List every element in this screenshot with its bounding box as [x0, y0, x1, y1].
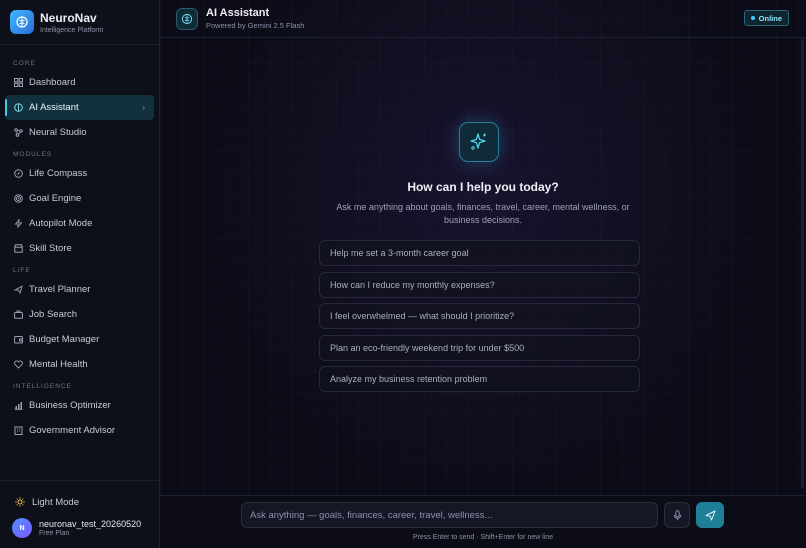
microphone-button[interactable] — [664, 502, 690, 528]
network-icon — [14, 128, 23, 137]
sidebar: NeuroNav Intelligence Platform CORE Dash… — [0, 0, 160, 548]
main-panel: AI Assistant Powered by Gemini 2.5 Flash… — [160, 0, 806, 548]
user-profile[interactable]: N neuronav_test_20260520 Free Plan — [0, 518, 160, 538]
page-title: AI Assistant — [206, 7, 270, 19]
bar-chart-icon — [14, 401, 23, 410]
user-plan: Free Plan — [39, 530, 70, 537]
brand-subtitle: Intelligence Platform — [40, 26, 104, 34]
sidebar-item-label: Travel Planner — [29, 284, 91, 295]
plane-icon — [14, 285, 23, 294]
sidebar-item-ai-assistant[interactable]: AI Assistant › — [5, 95, 154, 120]
suggestion-chip[interactable]: Analyze my business retention problem — [319, 366, 640, 392]
brain-icon — [176, 7, 198, 30]
briefcase-icon — [14, 310, 23, 319]
send-icon — [705, 510, 716, 521]
sidebar-item-label: AI Assistant — [29, 102, 79, 113]
store-icon — [14, 244, 23, 253]
chat-header: AI Assistant Powered by Gemini 2.5 Flash… — [160, 0, 806, 38]
scrollbar[interactable] — [801, 38, 804, 488]
sidebar-item-label: Neural Studio — [29, 127, 87, 138]
avatar: N — [12, 518, 32, 538]
sidebar-item-goal-engine[interactable]: Goal Engine — [5, 186, 154, 211]
send-button[interactable] — [696, 502, 724, 528]
brain-icon — [14, 103, 23, 112]
chevron-right-icon: › — [142, 103, 145, 112]
microphone-icon — [673, 509, 682, 521]
sidebar-item-skill-store[interactable]: Skill Store — [5, 236, 154, 261]
suggestion-chip[interactable]: I feel overwhelmed — what should I prior… — [319, 303, 640, 329]
status-badge: Online — [743, 10, 789, 26]
sidebar-item-job-search[interactable]: Job Search — [5, 302, 154, 327]
heart-icon — [14, 360, 23, 369]
compass-icon — [14, 169, 23, 178]
sidebar-item-label: Skill Store — [29, 243, 72, 254]
sidebar-item-label: Budget Manager — [29, 334, 100, 345]
building-icon — [14, 426, 23, 435]
sidebar-item-travel-planner[interactable]: Travel Planner — [5, 277, 154, 302]
sidebar-item-government-advisor[interactable]: Government Advisor — [5, 418, 154, 443]
welcome-description: Ask me anything about goals, finances, t… — [336, 202, 630, 225]
light-mode-label: Light Mode — [32, 496, 80, 508]
sidebar-item-budget-manager[interactable]: Budget Manager — [5, 327, 154, 352]
welcome-title: How can I help you today? — [407, 180, 559, 194]
composer-hint: Press Enter to send · Shift+Enter for ne… — [412, 534, 554, 541]
sparkles-icon — [459, 122, 499, 162]
sidebar-item-label: Dashboard — [29, 77, 76, 88]
section-label-core: CORE — [13, 59, 36, 67]
sidebar-item-label: Goal Engine — [29, 193, 82, 204]
grid-icon — [14, 78, 23, 87]
suggestion-chip[interactable]: Plan an eco-friendly weekend trip for un… — [319, 335, 640, 361]
suggestion-chip[interactable]: How can I reduce my monthly expenses? — [319, 272, 640, 298]
user-name: neuronav_test_20260520 — [39, 519, 142, 529]
sidebar-item-business-optimizer[interactable]: Business Optimizer — [5, 393, 154, 418]
chat-composer: Press Enter to send · Shift+Enter for ne… — [160, 495, 806, 548]
sidebar-item-label: Life Compass — [29, 168, 88, 179]
sidebar-item-label: Government Advisor — [29, 425, 116, 436]
sidebar-item-dashboard[interactable]: Dashboard — [5, 70, 154, 95]
sidebar-item-neural-studio[interactable]: Neural Studio — [5, 120, 154, 145]
brain-logo-icon — [10, 10, 34, 34]
suggestion-chip[interactable]: Help me set a 3-month career goal — [319, 240, 640, 266]
sidebar-item-label: Business Optimizer — [29, 400, 111, 411]
brand-name: NeuroNav — [40, 10, 97, 25]
chat-input[interactable] — [241, 502, 658, 528]
light-mode-toggle[interactable]: Light Mode — [0, 491, 160, 513]
status-dot-icon — [750, 16, 755, 20]
wallet-icon — [14, 335, 23, 344]
sidebar-item-label: Mental Health — [29, 359, 88, 370]
sidebar-item-life-compass[interactable]: Life Compass — [5, 161, 154, 186]
sidebar-item-autopilot-mode[interactable]: Autopilot Mode — [5, 211, 154, 236]
sidebar-item-label: Autopilot Mode — [29, 218, 93, 229]
sidebar-item-label: Job Search — [29, 309, 78, 320]
sidebar-item-mental-health[interactable]: Mental Health — [5, 352, 154, 377]
sun-icon — [15, 497, 25, 507]
model-subtitle: Powered by Gemini 2.5 Flash — [206, 21, 305, 30]
section-label-intelligence: INTELLIGENCE — [13, 382, 72, 390]
section-label-modules: MODULES — [13, 150, 53, 158]
section-label-life: LIFE — [13, 266, 31, 274]
brand[interactable]: NeuroNav Intelligence Platform — [0, 0, 159, 45]
status-text: Online — [758, 13, 782, 23]
sidebar-footer: Light Mode N neuronav_test_20260520 Free… — [0, 480, 160, 548]
target-icon — [14, 194, 23, 203]
lightning-icon — [14, 219, 23, 228]
